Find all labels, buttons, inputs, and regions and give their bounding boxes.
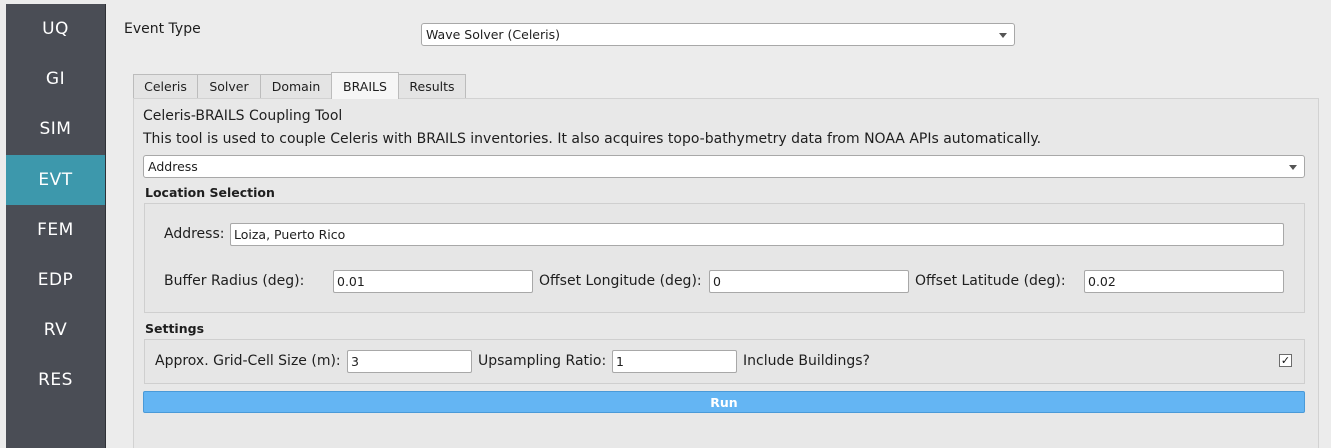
buffer-radius-input[interactable]: [333, 270, 533, 293]
tab-label: Celeris: [144, 79, 187, 94]
upsampling-ratio-input[interactable]: [612, 350, 737, 373]
tool-description: This tool is used to couple Celeris with…: [143, 131, 1042, 147]
offset-latitude-input[interactable]: [1084, 270, 1284, 293]
location-selection-group: [144, 203, 1305, 313]
sidebar-item-rv[interactable]: RV: [6, 305, 105, 355]
grid-cell-size-input[interactable]: [347, 350, 472, 373]
sidebar-item-gi[interactable]: GI: [6, 54, 105, 104]
tab-label: BRAILS: [343, 78, 387, 94]
location-selection-title: Location Selection: [145, 185, 275, 200]
event-type-select[interactable]: Wave Solver (Celeris): [421, 23, 1015, 46]
tab-label: Solver: [209, 79, 249, 94]
tab-celeris[interactable]: Celeris: [133, 74, 198, 98]
settings-title: Settings: [145, 321, 205, 336]
sidebar-item-label: EDP: [37, 270, 74, 290]
sidebar-item-label: SIM: [39, 119, 72, 139]
checkmark-icon: ✓: [1280, 354, 1291, 367]
buffer-radius-label: Buffer Radius (deg):: [164, 273, 305, 289]
sidebar-item-uq[interactable]: UQ: [6, 4, 105, 54]
sidebar-item-label: RV: [43, 320, 68, 340]
include-buildings-label: Include Buildings?: [743, 353, 870, 369]
run-button[interactable]: Run: [143, 391, 1305, 413]
tab-solver[interactable]: Solver: [197, 74, 261, 98]
sidebar-item-edp[interactable]: EDP: [6, 255, 105, 305]
include-buildings-checkbox[interactable]: ✓: [1279, 354, 1292, 367]
tool-title: Celeris-BRAILS Coupling Tool: [143, 108, 343, 124]
sidebar-nav: UQ GI SIM EVT FEM EDP RV RES: [6, 4, 106, 448]
tab-label: Domain: [271, 79, 321, 94]
event-type-selected-value: Wave Solver (Celeris): [426, 27, 560, 42]
tab-domain[interactable]: Domain: [260, 74, 332, 98]
run-button-label: Run: [710, 394, 738, 410]
sidebar-item-res[interactable]: RES: [6, 355, 105, 405]
offset-longitude-label: Offset Longitude (deg):: [539, 273, 702, 289]
offset-latitude-label: Offset Latitude (deg):: [915, 273, 1066, 289]
sidebar-item-label: UQ: [42, 19, 69, 39]
sidebar-item-sim[interactable]: SIM: [6, 104, 105, 154]
location-mode-select[interactable]: Address: [143, 155, 1305, 178]
tab-results[interactable]: Results: [398, 74, 466, 98]
event-type-label: Event Type: [124, 21, 201, 37]
location-mode-selected-value: Address: [148, 159, 198, 174]
sidebar-item-label: EVT: [38, 170, 73, 190]
address-input[interactable]: [230, 223, 1284, 246]
sidebar-item-label: FEM: [37, 220, 74, 240]
sidebar-item-fem[interactable]: FEM: [6, 205, 105, 255]
grid-cell-size-label: Approx. Grid-Cell Size (m):: [155, 353, 341, 369]
chevron-down-icon: [999, 32, 1007, 38]
upsampling-ratio-label: Upsampling Ratio:: [478, 353, 607, 369]
sidebar-item-label: GI: [45, 69, 66, 89]
address-label: Address:: [164, 226, 225, 242]
tab-label: Results: [409, 79, 455, 94]
sidebar-item-evt[interactable]: EVT: [6, 155, 105, 205]
sidebar-item-label: RES: [38, 370, 73, 390]
offset-longitude-input[interactable]: [709, 270, 909, 293]
chevron-down-icon: [1289, 164, 1297, 170]
tab-brails[interactable]: BRAILS: [331, 72, 399, 99]
